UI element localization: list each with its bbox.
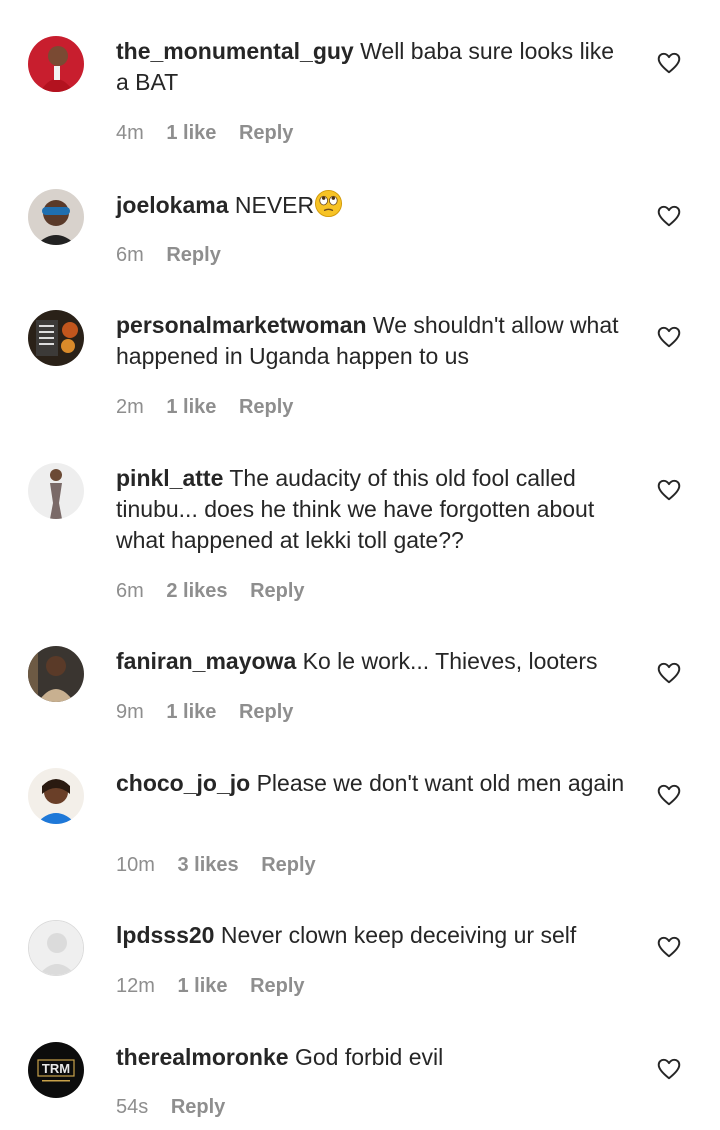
comment-meta: 6m Reply	[116, 244, 238, 267]
comment-time: 6m	[116, 580, 144, 602]
heart-icon[interactable]	[656, 934, 682, 960]
comment-username[interactable]: lpdsss20	[116, 922, 214, 948]
comment-body: pinkl_atte The audacity of this old fool…	[116, 463, 631, 556]
comment-meta: 9m 1 like Reply	[116, 701, 310, 724]
heart-icon[interactable]	[656, 324, 682, 350]
comment-likes[interactable]: 1 like	[166, 122, 216, 144]
avatar[interactable]	[28, 920, 84, 976]
comment-time: 4m	[116, 122, 144, 144]
heart-icon[interactable]	[656, 203, 682, 229]
comment-time: 54s	[116, 1096, 149, 1118]
reply-button[interactable]: Reply	[261, 854, 315, 876]
avatar[interactable]	[28, 768, 84, 824]
comment-time: 6m	[116, 244, 144, 266]
comment-likes[interactable]: 3 likes	[177, 854, 238, 876]
comment-likes[interactable]: 1 like	[166, 701, 216, 723]
heart-icon[interactable]	[656, 1056, 682, 1082]
comment-meta: 6m 2 likes Reply	[116, 580, 322, 603]
comment-time: 10m	[116, 854, 155, 876]
reply-button[interactable]: Reply	[239, 122, 293, 144]
comment-username[interactable]: the_monumental_guy	[116, 38, 354, 64]
comment-body: faniran_mayowa Ko le work... Thieves, lo…	[116, 646, 631, 677]
heart-icon[interactable]	[656, 660, 682, 686]
comment-text: Ko le work... Thieves, looters	[302, 648, 598, 674]
comment-body: lpdsss20 Never clown keep deceiving ur s…	[116, 920, 631, 951]
comment-body: therealmoronke God forbid evil	[116, 1042, 631, 1073]
comment-username[interactable]: faniran_mayowa	[116, 648, 296, 674]
reply-button[interactable]: Reply	[239, 396, 293, 418]
avatar[interactable]	[28, 189, 84, 245]
comment-username[interactable]: personalmarketwoman	[116, 312, 367, 338]
avatar[interactable]	[28, 310, 84, 366]
heart-icon[interactable]	[656, 50, 682, 76]
comment-meta: 54s Reply	[116, 1096, 242, 1119]
reply-button[interactable]: Reply	[171, 1096, 225, 1118]
face-with-rolling-eyes-icon	[314, 189, 343, 218]
heart-icon[interactable]	[656, 782, 682, 808]
avatar-logo-text: TRM	[42, 1061, 70, 1076]
comment-body: the_monumental_guy Well baba sure looks …	[116, 36, 631, 98]
comment-text: Please we don't want old men again	[256, 770, 625, 796]
avatar[interactable]	[28, 463, 84, 519]
comment-time: 2m	[116, 396, 144, 418]
comment-meta: 2m 1 like Reply	[116, 396, 310, 419]
comment-time: 12m	[116, 975, 155, 997]
comment-username[interactable]: joelokama	[116, 192, 229, 218]
comment-username[interactable]: pinkl_atte	[116, 465, 223, 491]
reply-button[interactable]: Reply	[250, 975, 304, 997]
comment-likes[interactable]: 1 like	[166, 396, 216, 418]
comment-likes[interactable]: 2 likes	[166, 580, 227, 602]
avatar[interactable]: TRM	[28, 1042, 84, 1098]
comment-text: God forbid evil	[294, 1044, 444, 1070]
comment-text: Never clown keep deceiving ur self	[220, 922, 577, 948]
comment-body: choco_jo_jo Please we don't want old men…	[116, 768, 631, 799]
comment-body: personalmarketwoman We shouldn't allow w…	[116, 310, 631, 372]
comment-time: 9m	[116, 701, 144, 723]
comment-meta: 4m 1 like Reply	[116, 122, 310, 145]
heart-icon[interactable]	[656, 477, 682, 503]
comment-meta: 10m 3 likes Reply	[116, 854, 333, 877]
comment-username[interactable]: choco_jo_jo	[116, 770, 250, 796]
reply-button[interactable]: Reply	[250, 580, 304, 602]
avatar[interactable]	[28, 646, 84, 702]
avatar[interactable]	[28, 36, 84, 92]
comment-meta: 12m 1 like Reply	[116, 975, 322, 998]
comment-body: joelokama NEVER	[116, 189, 631, 221]
reply-button[interactable]: Reply	[166, 244, 220, 266]
reply-button[interactable]: Reply	[239, 701, 293, 723]
comment-text: NEVER	[234, 192, 315, 218]
comment-likes[interactable]: 1 like	[177, 975, 227, 997]
comment-username[interactable]: therealmoronke	[116, 1044, 289, 1070]
